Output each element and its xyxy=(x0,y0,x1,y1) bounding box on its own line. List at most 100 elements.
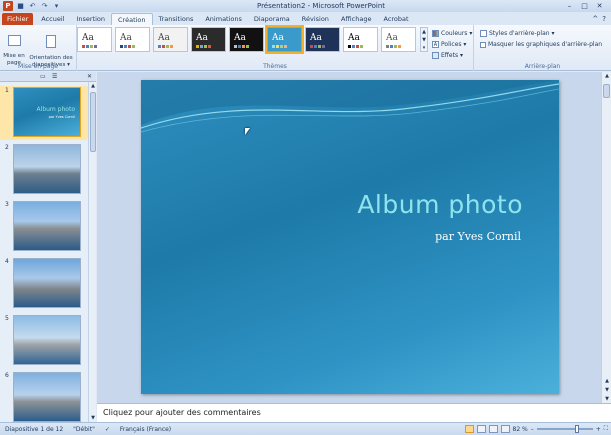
reading-view-icon[interactable] xyxy=(488,425,498,433)
customize-qat-icon[interactable]: ▾ xyxy=(52,2,61,11)
slide-sorter-view-icon[interactable] xyxy=(476,425,486,433)
slide-thumbnail-4[interactable]: 4 xyxy=(0,257,88,311)
photo-slide-preview xyxy=(13,258,81,308)
next-slide-icon[interactable]: ▼ xyxy=(603,386,611,394)
fit-slide-icon[interactable]: ⛶ xyxy=(604,425,608,433)
slideshow-view-icon[interactable] xyxy=(500,425,510,433)
background-styles-button[interactable]: Styles d'arrière-plan ▾ xyxy=(480,28,602,39)
slide-orientation-icon xyxy=(46,34,56,48)
current-slide[interactable]: Album photo par Yves Cornil xyxy=(141,80,559,394)
editor-scrollbar-thumb[interactable] xyxy=(603,84,610,98)
zoom-out-icon[interactable]: – xyxy=(531,426,534,433)
colors-label: Couleurs ▾ xyxy=(441,30,473,37)
theme-thumbnail[interactable]: Aa xyxy=(153,27,188,52)
tab-creation[interactable]: Création xyxy=(111,13,153,25)
editor-scrollbar[interactable]: ▲ ▲ ▼ ▼ xyxy=(601,72,611,403)
theme-color-swatches xyxy=(272,45,287,48)
zoom-slider[interactable] xyxy=(536,425,593,433)
save-icon[interactable]: ■ xyxy=(16,2,25,11)
slide-counter: Diapositive 1 de 12 xyxy=(5,425,64,433)
editor-scroll-down-icon[interactable]: ▼ xyxy=(603,395,611,403)
theme-thumbnail[interactable]: Aa xyxy=(343,27,378,52)
slide-thumbnail-3[interactable]: 3 xyxy=(0,200,88,254)
slide-title[interactable]: Album photo xyxy=(357,190,523,219)
slide-thumbnail-2[interactable]: 2 xyxy=(0,143,88,197)
language[interactable]: Français (France) xyxy=(115,426,176,433)
thumb-title-text: Album photo xyxy=(36,106,75,113)
close-icon[interactable]: ✕ xyxy=(592,1,607,11)
theme-thumbnail[interactable]: Aa xyxy=(191,27,226,52)
spellcheck-icon[interactable]: ✓ xyxy=(100,426,115,433)
scroll-down-icon[interactable]: ▼ xyxy=(89,414,97,422)
effects-icon xyxy=(432,52,439,59)
theme-thumbnail[interactable]: Aa xyxy=(305,27,340,52)
previous-slide-icon[interactable]: ▲ xyxy=(603,377,611,385)
help-icon[interactable]: ? xyxy=(602,15,606,23)
slide-thumbnail-6[interactable]: 6 xyxy=(0,371,88,422)
editor-scroll-up-icon[interactable]: ▲ xyxy=(603,72,611,80)
thumbnails-scrollbar[interactable]: ▲ ▼ xyxy=(88,82,96,422)
theme-thumbnail[interactable]: Aa xyxy=(115,27,150,52)
zoom-level[interactable]: 82 % xyxy=(513,426,528,433)
checkbox-icon xyxy=(480,41,486,48)
gallery-more-icon[interactable]: ▾ xyxy=(421,44,427,52)
ribbon-help-controls: ^ ? xyxy=(592,13,611,25)
undo-icon[interactable]: ↶ xyxy=(28,2,37,11)
group-background: Styles d'arrière-plan ▾ Masquer les grap… xyxy=(474,25,611,71)
slide-thumbnail-1[interactable]: 1 Album photo par Yves Cornil xyxy=(0,86,88,140)
background-options: Styles d'arrière-plan ▾ Masquer les grap… xyxy=(480,28,602,50)
redo-icon[interactable]: ↷ xyxy=(40,2,49,11)
page-setup-button[interactable]: Mise en page xyxy=(2,28,26,66)
themes-gallery-scroll: ▲ ▼ ▾ xyxy=(420,27,428,52)
theme-thumbnail[interactable]: Aa xyxy=(77,27,112,52)
tab-diaporama[interactable]: Diaporama xyxy=(248,13,296,25)
tab-transitions[interactable]: Transitions xyxy=(153,13,200,25)
ribbon-minimize-icon[interactable]: ^ xyxy=(592,15,598,23)
background-styles-icon xyxy=(480,30,487,37)
slide-subtitle[interactable]: par Yves Cornil xyxy=(435,230,521,243)
hide-background-graphics-checkbox[interactable]: Masquer les graphiques d'arrière-plan xyxy=(480,39,602,50)
slide-number: 3 xyxy=(5,201,9,208)
fonts-button[interactable]: A Polices ▾ xyxy=(432,39,472,50)
ribbon-tabs: Fichier Accueil Insertion Création Trans… xyxy=(0,12,611,25)
zoom-in-icon[interactable]: + xyxy=(596,426,601,433)
tab-acrobat[interactable]: Acrobat xyxy=(377,13,414,25)
slide-thumbnail-5[interactable]: 5 xyxy=(0,314,88,368)
effects-button[interactable]: Effets ▾ xyxy=(432,50,472,61)
theme-sample-text: Aa xyxy=(234,33,246,43)
powerpoint-logo-icon[interactable]: P xyxy=(3,1,13,11)
tab-insertion[interactable]: Insertion xyxy=(70,13,111,25)
tab-accueil[interactable]: Accueil xyxy=(35,13,70,25)
scrollbar-thumb[interactable] xyxy=(90,92,96,152)
photo-slide-preview xyxy=(13,201,81,251)
slide-number: 1 xyxy=(5,87,9,94)
theme-thumbnail[interactable]: Aa xyxy=(381,27,416,52)
tab-animations[interactable]: Animations xyxy=(199,13,248,25)
notes-placeholder[interactable]: Cliquez pour ajouter des commentaires xyxy=(103,408,261,417)
minimize-icon[interactable]: – xyxy=(562,1,577,11)
gallery-down-icon[interactable]: ▼ xyxy=(421,36,427,44)
zoom-slider-knob[interactable] xyxy=(574,425,579,433)
notes-pane[interactable]: Cliquez pour ajouter des commentaires xyxy=(97,403,611,422)
theme-sample-text: Aa xyxy=(272,33,284,43)
window-controls: – □ ✕ xyxy=(562,1,611,11)
tab-revision[interactable]: Révision xyxy=(296,13,335,25)
tab-affichage[interactable]: Affichage xyxy=(335,13,378,25)
theme-thumbnail[interactable]: Aa xyxy=(229,27,264,52)
slides-tab-icon[interactable]: ▭ xyxy=(40,73,46,80)
window-title: Présentation2 - Microsoft PowerPoint xyxy=(256,2,386,10)
group-label-themes: Thèmes xyxy=(263,63,287,70)
colors-button[interactable]: Couleurs ▾ xyxy=(432,28,472,39)
slide-orientation-button[interactable]: Orientation des diapositives ▾ xyxy=(26,28,76,68)
tab-fichier[interactable]: Fichier xyxy=(2,13,34,25)
status-bar: Diapositive 1 de 12 "Débit" ✓ Français (… xyxy=(0,422,611,435)
maximize-icon[interactable]: □ xyxy=(577,1,592,11)
thumb-subtitle-text: par Yves Cornil xyxy=(48,115,75,119)
scroll-up-icon[interactable]: ▲ xyxy=(89,82,97,90)
theme-thumbnail[interactable]: Aa xyxy=(265,25,304,54)
gallery-up-icon[interactable]: ▲ xyxy=(421,28,427,36)
outline-tab-icon[interactable]: ☰ xyxy=(52,73,57,80)
close-pane-icon[interactable]: ✕ xyxy=(87,73,92,80)
theme-sample-text: Aa xyxy=(386,33,398,43)
normal-view-icon[interactable] xyxy=(464,425,474,433)
